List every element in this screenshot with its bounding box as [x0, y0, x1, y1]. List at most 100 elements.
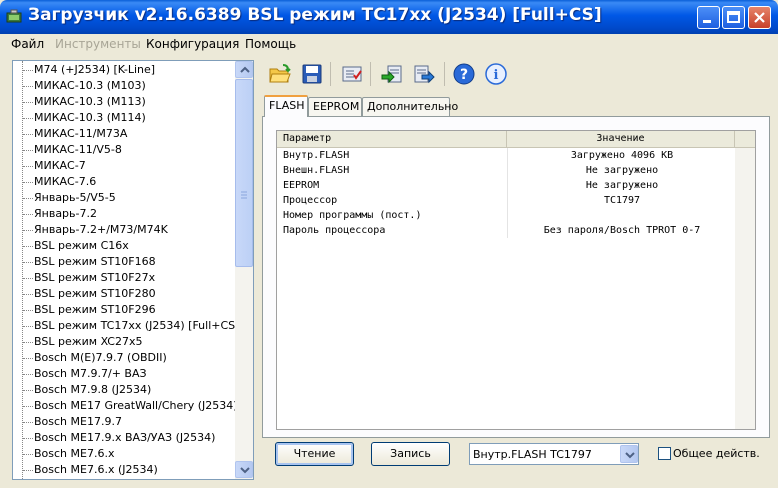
ecu-list-item[interactable]: Bosch M7.9.7/+ ВАЗ	[13, 366, 235, 382]
tree-connector	[23, 374, 33, 375]
ecu-list-item[interactable]: МИКАС-10.3 (M113)	[13, 94, 235, 110]
common-action-checkbox[interactable]	[658, 447, 671, 460]
scroll-down-button[interactable]	[235, 461, 253, 478]
write-button[interactable]: Запись	[371, 442, 450, 466]
ecu-list-item[interactable]: Bosch ME17.9.7	[13, 414, 235, 430]
maximize-button[interactable]	[722, 6, 745, 29]
close-icon	[754, 12, 765, 23]
ecu-list-item[interactable]: BSL режим ST10F27x	[13, 270, 235, 286]
blue-arrow-write-icon[interactable]	[412, 62, 436, 86]
maximize-icon	[727, 11, 740, 23]
ecu-list-item[interactable]: Январь-7.2	[13, 206, 235, 222]
ecu-list-item[interactable]: Bosch ME7.6.x	[13, 446, 235, 462]
menu-configuration[interactable]: Конфигурация	[146, 37, 239, 51]
minimize-button[interactable]	[697, 6, 720, 29]
table-row[interactable]: EEPROM Не загружено	[277, 179, 755, 194]
tab-eeprom[interactable]: EEPROM	[308, 97, 362, 116]
menu-help[interactable]: Помощь	[245, 37, 296, 51]
ecu-tree[interactable]: M74 (+J2534) [K-Line] МИКАС-10.3 (M103) МИ…	[13, 61, 235, 479]
menu-tools[interactable]: Инструменты	[55, 37, 141, 51]
ecu-list-item-label: Bosch ME17.9.x ВАЗ/УАЗ (J2534)	[34, 431, 216, 444]
menu-bar: Файл Инструменты Конфигурация Помощь	[0, 34, 778, 55]
ecu-list-item[interactable]: МИКАС-11/V5-8	[13, 142, 235, 158]
ecu-list-item[interactable]: BSL режим ST10F296	[13, 302, 235, 318]
checklist-icon[interactable]	[340, 62, 364, 86]
tree-connector	[23, 230, 33, 231]
ecu-list-item-label: МИКАС-10.3 (M113)	[34, 95, 146, 108]
chevron-down-icon	[240, 467, 250, 474]
ecu-list-item[interactable]: Bosch ME17.9.x ВАЗ/УАЗ (J2534)	[13, 430, 235, 446]
ecu-list-item-label: МИКАС-10.3 (M103)	[34, 79, 146, 92]
ecu-list-item[interactable]: Bosch M7.9.8 (J2534)	[13, 382, 235, 398]
ecu-list-item-label: МИКАС-11/M73A	[34, 127, 128, 140]
table-row[interactable]: Процессор TC1797	[277, 194, 755, 209]
title-bar[interactable]: Загрузчик v2.16.6389 BSL режим TC17xx (J…	[0, 0, 778, 34]
ecu-list-item-label: Bosch M(E)7.9.7 (OBDII)	[34, 351, 167, 364]
ecu-list-item[interactable]: BSL режим ST10F168	[13, 254, 235, 270]
green-arrow-read-icon[interactable]	[380, 62, 404, 86]
ecu-list-item[interactable]: Bosch ME17 GreatWall/Chery (J2534)	[13, 398, 235, 414]
ecu-list-item[interactable]: МИКАС-10.3 (M114)	[13, 110, 235, 126]
help-icon[interactable]: ?	[452, 62, 476, 86]
ecu-list-item[interactable]: Bosch M(E)7.9.7 (OBDII)	[13, 350, 235, 366]
ecu-list-item[interactable]: BSL режим TC17xx (J2534) [Full+CS]	[13, 318, 235, 334]
tree-connector	[23, 118, 33, 119]
value-cell: Загружено 4096 KB	[570, 150, 674, 161]
ecu-list-item[interactable]: МИКАС-7.6	[13, 174, 235, 190]
ecu-list-item[interactable]: Bosch ME7.6.x (J2534)	[13, 462, 235, 478]
info-icon[interactable]: i	[484, 62, 508, 86]
grid-header: Параметр Значение	[277, 131, 755, 148]
tree-connector	[23, 102, 33, 103]
memory-select-dropdown-button[interactable]	[620, 445, 638, 463]
flash-tab-panel: Параметр Значение Внутр.FLASH Загружено 4…	[262, 116, 770, 438]
chevron-down-icon	[625, 452, 635, 459]
param-cell: Внутр.FLASH	[283, 150, 350, 161]
ecu-list-item[interactable]: M74 (+J2534) [K-Line]	[13, 62, 235, 78]
table-row[interactable]: Номер программы (пост.)	[277, 209, 755, 224]
ecu-list-item-label: МИКАС-7	[34, 159, 86, 172]
save-icon[interactable]	[300, 62, 324, 86]
ecu-list-item-label: BSL режим C16x	[34, 239, 129, 252]
param-cell: EEPROM	[283, 180, 320, 191]
minimize-icon	[703, 20, 711, 23]
ecu-list-item-label: M74 (+J2534) [K-Line]	[34, 63, 156, 76]
table-row[interactable]: Внутр.FLASH Загружено 4096 KB	[277, 149, 755, 164]
chevron-up-icon	[240, 66, 250, 73]
column-header-param[interactable]: Параметр	[277, 131, 507, 148]
tab-flash[interactable]: FLASH	[264, 95, 308, 117]
grid-scrollbar	[735, 148, 755, 429]
tree-connector	[23, 406, 33, 407]
tree-connector	[23, 310, 33, 311]
value-cell: TC1797	[603, 195, 641, 206]
ecu-list-item-label: Bosch M7.9.8 (J2534)	[34, 383, 152, 396]
scroll-thumb[interactable]	[235, 79, 253, 267]
ecu-list-item[interactable]: BSL режим XC27x5	[13, 334, 235, 350]
value-cell: Без пароля/Bosch TPROT 0-7	[543, 225, 701, 236]
ecu-list-item[interactable]: BSL режим ST10F280	[13, 286, 235, 302]
ecu-list-item[interactable]: Январь-7.2+/M73/M74K	[13, 222, 235, 238]
parameter-grid[interactable]: Параметр Значение Внутр.FLASH Загружено 4…	[276, 130, 756, 430]
ecu-list-scrollbar[interactable]	[235, 61, 253, 479]
tab-additional[interactable]: Дополнительно	[362, 97, 458, 116]
ecu-list-item[interactable]: МИКАС-10.3 (M103)	[13, 78, 235, 94]
table-row[interactable]: Внешн.FLASH Не загружено	[277, 164, 755, 179]
tree-connector	[23, 454, 33, 455]
toolbar-separator	[370, 62, 371, 86]
ecu-list-item[interactable]: МИКАС-7	[13, 158, 235, 174]
menu-file[interactable]: Файл	[11, 37, 44, 51]
open-folder-icon[interactable]	[268, 62, 292, 86]
tree-connector	[23, 86, 33, 87]
tree-connector	[23, 262, 33, 263]
ecu-list-item-label: BSL режим ST10F296	[34, 303, 156, 316]
ecu-list-item[interactable]: Январь-5/V5-5	[13, 190, 235, 206]
read-button[interactable]: Чтение	[275, 442, 354, 466]
ecu-list-item[interactable]: BSL режим C16x	[13, 238, 235, 254]
ecu-list-item[interactable]: МИКАС-11/M73A	[13, 126, 235, 142]
close-button[interactable]	[748, 6, 771, 29]
table-row[interactable]: Пароль процессора Без пароля/Bosch TPROT …	[277, 224, 755, 239]
tree-connector	[23, 246, 33, 247]
memory-select[interactable]: Внутр.FLASH TC1797	[469, 443, 639, 465]
column-header-value[interactable]: Значение	[507, 131, 735, 148]
scroll-up-button[interactable]	[235, 61, 253, 78]
ecu-list-item-label: МИКАС-7.6	[34, 175, 97, 188]
